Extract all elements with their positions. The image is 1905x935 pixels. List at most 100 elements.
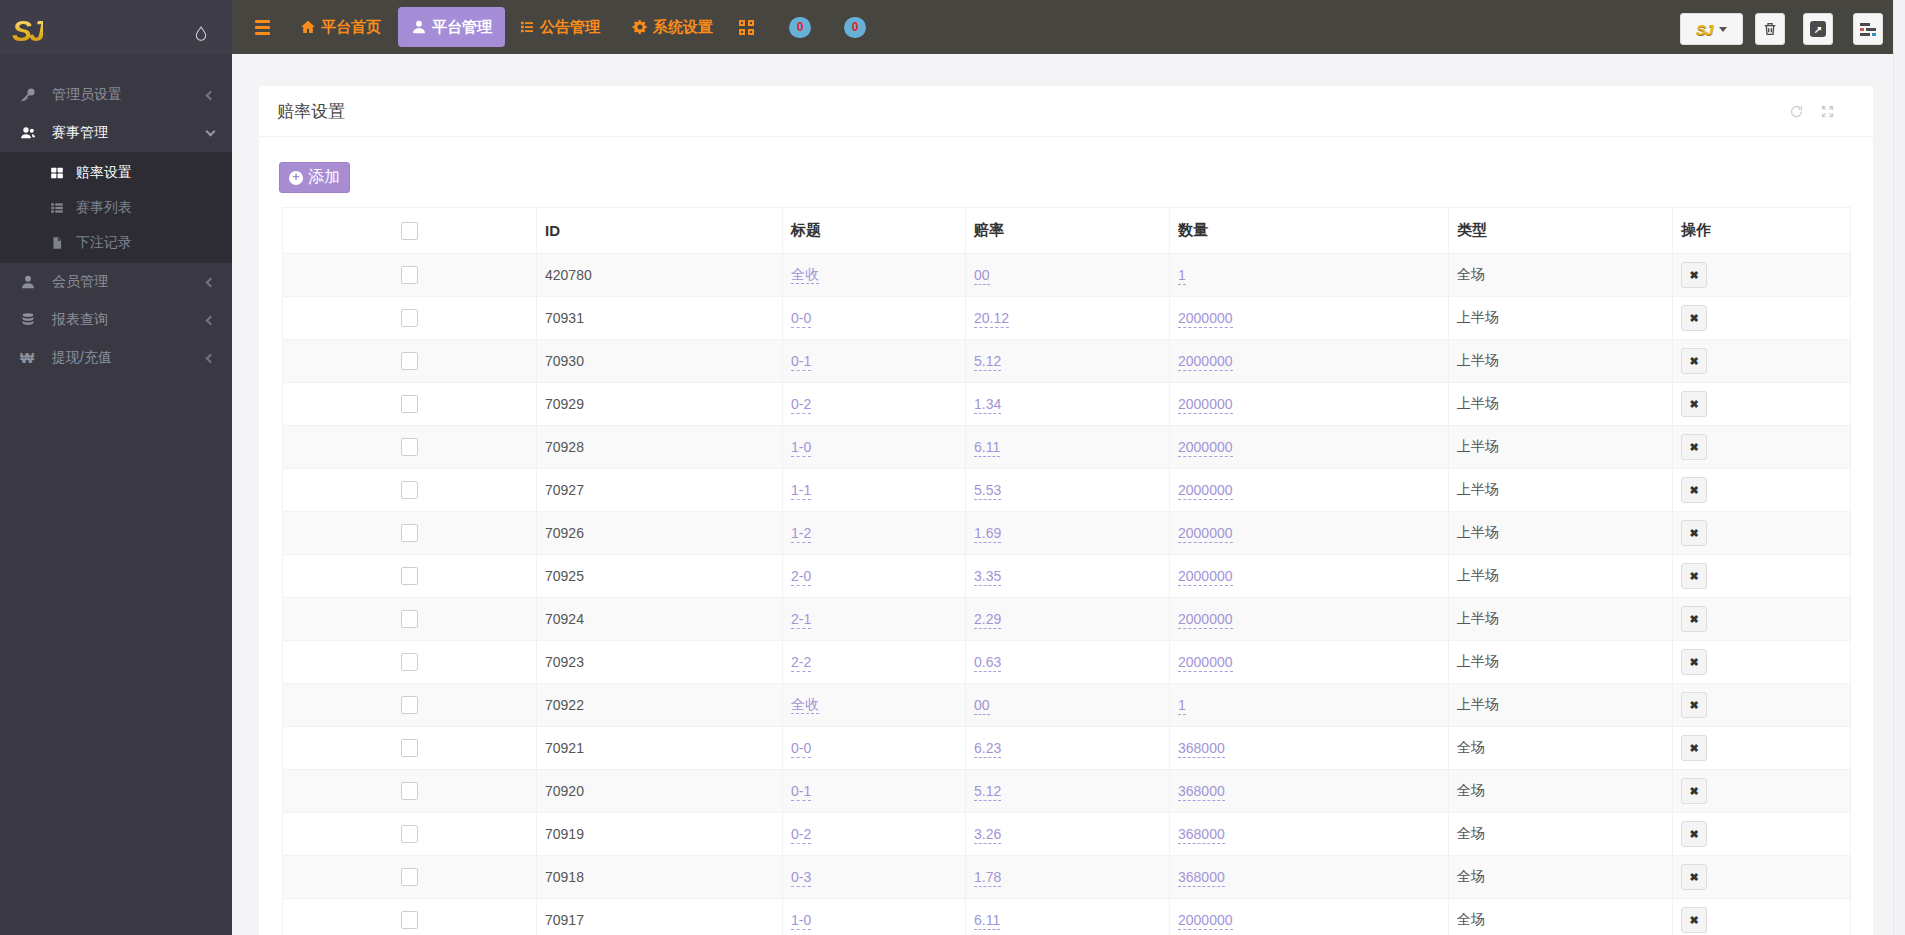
title-link[interactable]: 0-2 <box>791 396 811 414</box>
title-link[interactable]: 0-0 <box>791 310 811 328</box>
delete-button[interactable]: ✖ <box>1681 864 1707 890</box>
amount-link[interactable]: 368000 <box>1178 783 1225 801</box>
delete-button[interactable]: ✖ <box>1681 649 1707 675</box>
odds-link[interactable]: 00 <box>974 697 990 715</box>
delete-button[interactable]: ✖ <box>1681 606 1707 632</box>
title-link[interactable]: 2-1 <box>791 611 811 629</box>
odds-link[interactable]: 2.29 <box>974 611 1001 629</box>
row-checkbox[interactable] <box>401 868 418 886</box>
title-link[interactable]: 全收 <box>791 266 819 284</box>
row-checkbox[interactable] <box>401 567 418 585</box>
row-checkbox[interactable] <box>401 782 418 800</box>
title-link[interactable]: 1-0 <box>791 912 811 930</box>
odds-link[interactable]: 6.11 <box>974 439 1000 457</box>
title-link[interactable]: 全收 <box>791 696 819 714</box>
delete-button[interactable]: ✖ <box>1681 907 1707 933</box>
amount-link[interactable]: 2000000 <box>1178 611 1233 629</box>
expand-icon[interactable] <box>1820 104 1835 119</box>
sidebar-item-2[interactable]: 赛事管理 <box>0 114 232 152</box>
grid-apps-icon[interactable] <box>739 20 754 35</box>
amount-link[interactable]: 2000000 <box>1178 568 1233 586</box>
odds-link[interactable]: 0.63 <box>974 654 1001 672</box>
title-link[interactable]: 1-0 <box>791 439 811 457</box>
external-link-button[interactable]: ↗ <box>1803 13 1833 45</box>
row-checkbox[interactable] <box>401 825 418 843</box>
nav-item-4[interactable]: 系统设置 <box>632 18 713 37</box>
amount-link[interactable]: 368000 <box>1178 869 1225 887</box>
nav-item-1[interactable]: 平台首页 <box>300 18 381 37</box>
sidebar-subitem-1[interactable]: 赔率设置 <box>0 155 232 190</box>
notification-badge-1[interactable]: 0 <box>789 17 811 38</box>
select-all-checkbox[interactable] <box>401 222 418 240</box>
refresh-icon[interactable] <box>1789 104 1804 119</box>
odds-link[interactable]: 1.69 <box>974 525 1001 543</box>
amount-link[interactable]: 2000000 <box>1178 654 1233 672</box>
amount-link[interactable]: 2000000 <box>1178 310 1233 328</box>
odds-link[interactable]: 6.23 <box>974 740 1001 758</box>
delete-button[interactable]: ✖ <box>1681 434 1707 460</box>
amount-link[interactable]: 1 <box>1178 267 1186 285</box>
delete-button[interactable]: ✖ <box>1681 348 1707 374</box>
odds-link[interactable]: 6.11 <box>974 912 1000 930</box>
amount-link[interactable]: 2000000 <box>1178 525 1233 543</box>
amount-link[interactable]: 2000000 <box>1178 482 1233 500</box>
add-button[interactable]: + 添加 <box>279 162 350 193</box>
title-link[interactable]: 2-2 <box>791 654 811 672</box>
row-checkbox[interactable] <box>401 696 418 714</box>
odds-link[interactable]: 5.12 <box>974 783 1001 801</box>
amount-link[interactable]: 2000000 <box>1178 353 1233 371</box>
row-checkbox[interactable] <box>401 739 418 757</box>
odds-link[interactable]: 1.78 <box>974 869 1001 887</box>
amount-link[interactable]: 2000000 <box>1178 912 1233 930</box>
title-link[interactable]: 0-1 <box>791 353 811 371</box>
odds-link[interactable]: 5.12 <box>974 353 1001 371</box>
row-checkbox[interactable] <box>401 911 418 929</box>
user-menu-button[interactable]: SJ <box>1680 13 1743 45</box>
delete-button[interactable]: ✖ <box>1681 477 1707 503</box>
control-sidebar-button[interactable] <box>1853 13 1883 45</box>
page-scrollbar[interactable] <box>1893 0 1905 935</box>
delete-button[interactable]: ✖ <box>1681 262 1707 288</box>
delete-button[interactable]: ✖ <box>1681 778 1707 804</box>
notification-badge-2[interactable]: 0 <box>844 17 866 38</box>
title-link[interactable]: 2-0 <box>791 568 811 586</box>
amount-link[interactable]: 1 <box>1178 697 1186 715</box>
delete-button[interactable]: ✖ <box>1681 520 1707 546</box>
row-checkbox[interactable] <box>401 524 418 542</box>
hamburger-icon[interactable] <box>255 20 270 35</box>
sidebar-item-3[interactable]: 会员管理 <box>0 263 232 301</box>
trash-button[interactable] <box>1755 13 1785 45</box>
odds-link[interactable]: 00 <box>974 267 990 285</box>
title-link[interactable]: 0-3 <box>791 869 811 887</box>
odds-link[interactable]: 5.53 <box>974 482 1001 500</box>
row-checkbox[interactable] <box>401 352 418 370</box>
title-link[interactable]: 0-2 <box>791 826 811 844</box>
row-checkbox[interactable] <box>401 481 418 499</box>
title-link[interactable]: 0-1 <box>791 783 811 801</box>
odds-link[interactable]: 3.26 <box>974 826 1001 844</box>
row-checkbox[interactable] <box>401 395 418 413</box>
delete-button[interactable]: ✖ <box>1681 735 1707 761</box>
amount-link[interactable]: 2000000 <box>1178 396 1233 414</box>
amount-link[interactable]: 368000 <box>1178 740 1225 758</box>
row-checkbox[interactable] <box>401 438 418 456</box>
delete-button[interactable]: ✖ <box>1681 821 1707 847</box>
sidebar-item-4[interactable]: 报表查询 <box>0 301 232 339</box>
sidebar-item-1[interactable]: 管理员设置 <box>0 76 232 114</box>
sidebar-subitem-3[interactable]: 下注记录 <box>0 225 232 260</box>
delete-button[interactable]: ✖ <box>1681 391 1707 417</box>
amount-link[interactable]: 2000000 <box>1178 439 1233 457</box>
nav-item-2[interactable]: 平台管理 <box>398 7 505 47</box>
title-link[interactable]: 1-1 <box>791 482 811 500</box>
amount-link[interactable]: 368000 <box>1178 826 1225 844</box>
row-checkbox[interactable] <box>401 266 418 284</box>
row-checkbox[interactable] <box>401 309 418 327</box>
sidebar-item-5[interactable]: ₩提现/充值 <box>0 339 232 377</box>
row-checkbox[interactable] <box>401 610 418 628</box>
title-link[interactable]: 1-2 <box>791 525 811 543</box>
odds-link[interactable]: 20.12 <box>974 310 1009 328</box>
delete-button[interactable]: ✖ <box>1681 563 1707 589</box>
title-link[interactable]: 0-0 <box>791 740 811 758</box>
odds-link[interactable]: 1.34 <box>974 396 1001 414</box>
sidebar-subitem-2[interactable]: 赛事列表 <box>0 190 232 225</box>
